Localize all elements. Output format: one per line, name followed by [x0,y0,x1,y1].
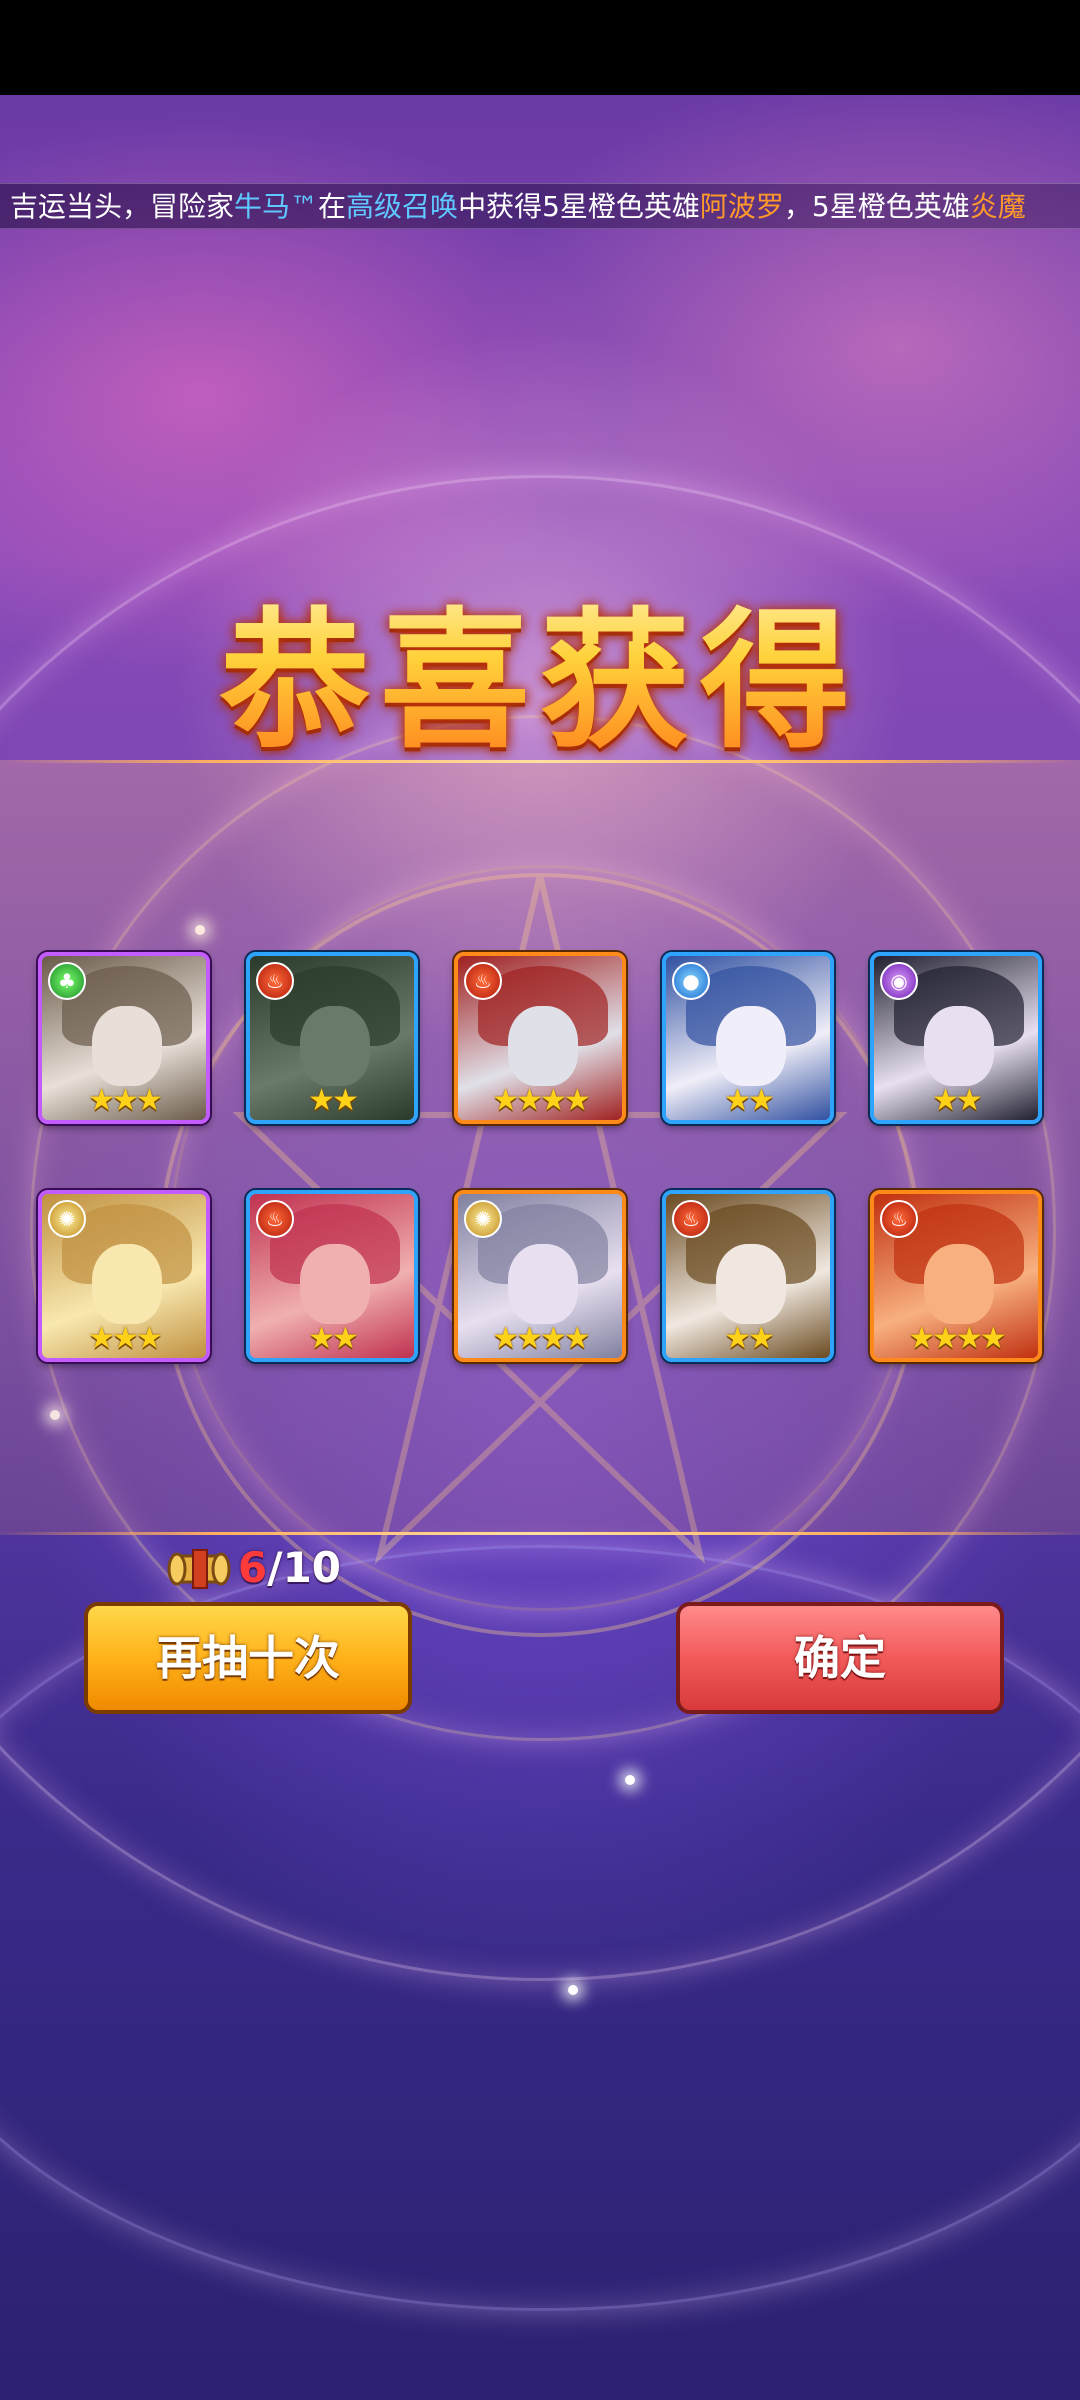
hero-card[interactable]: ✺ ★★★★ [454,1190,626,1362]
hero-stars: ★★ [724,1083,775,1118]
confirm-button[interactable]: 确定 [676,1602,1004,1714]
hero-face [92,1006,162,1086]
hero-face [924,1244,994,1324]
hero-face [92,1244,162,1324]
announcement-ticker: 吉运当头，冒险家牛马™在高级召唤中获得5星橙色英雄阿波罗，5星橙色英雄炎魔 [0,183,1080,229]
hero-card[interactable]: ♨ ★★ [662,1190,834,1362]
panel-divider-bottom [0,1532,1080,1535]
hero-stars: ★★★★ [492,1083,591,1118]
ticker-text: 在 [318,190,347,223]
hero-card[interactable]: ♨ ★★ [246,1190,418,1362]
summon-scroll-icon [167,1549,231,1589]
ticker-pool-name: 高级召唤 [346,190,459,223]
hero-stars: ★★ [308,1321,359,1356]
ticker-player-name: 牛马™ [234,190,319,223]
hero-face [508,1244,578,1324]
fire-icon: ♨ [672,1200,710,1238]
congratulations-title: 恭喜获得 [0,560,1080,777]
hero-card[interactable]: ◉ ★★ [870,952,1042,1124]
hero-face [924,1006,994,1086]
hero-face [300,1006,370,1086]
hero-card[interactable]: ● ★★ [662,952,834,1124]
hero-stars: ★★★ [88,1321,163,1356]
sparkle [568,1985,578,1995]
hero-stars: ★★ [724,1321,775,1356]
ticker-text: ，5星橙色英雄 [783,190,970,223]
fire-icon: ♨ [256,1200,294,1238]
scroll-current: 6 [238,1543,268,1592]
sparkle [625,1775,635,1785]
hero-stars: ★★★★ [908,1321,1007,1356]
light-icon: ✺ [464,1200,502,1238]
fire-icon: ♨ [880,1200,918,1238]
fire-icon: ♨ [256,962,294,1000]
hero-card[interactable]: ♨ ★★★★ [454,952,626,1124]
hero-face [508,1006,578,1086]
hero-stars: ★★★★ [492,1321,591,1356]
scroll-counter: 6/10 [238,1540,341,1596]
nature-icon: ♣ [48,962,86,1000]
ticker-hero-name: 炎魔 [969,190,1026,223]
hero-stars: ★★★ [88,1083,163,1118]
hero-stars: ★★ [932,1083,983,1118]
scroll-total: 10 [282,1543,342,1592]
dark-icon: ◉ [880,962,918,1000]
scroll-separator: / [267,1543,283,1592]
hero-face [716,1244,786,1324]
hero-card[interactable]: ♨ ★★★★ [870,1190,1042,1362]
ticker-text: 中获得5星橙色英雄 [458,190,700,223]
fire-icon: ♨ [464,962,502,1000]
hero-card[interactable]: ✺ ★★★ [38,1190,210,1362]
draw-ten-again-button[interactable]: 再抽十次 [84,1602,412,1714]
hero-face [300,1244,370,1324]
panel-divider-top [0,760,1080,763]
hero-card[interactable]: ♨ ★★ [246,952,418,1124]
status-bar [0,0,1080,95]
ticker-text: 吉运当头，冒险家 [10,190,235,223]
rewards-panel [0,760,1080,1535]
hero-card[interactable]: ♣ ★★★ [38,952,210,1124]
hero-face [716,1006,786,1086]
hero-stars: ★★ [308,1083,359,1118]
light-icon: ✺ [48,1200,86,1238]
water-icon: ● [672,962,710,1000]
ticker-hero-name: 阿波罗 [699,190,784,223]
